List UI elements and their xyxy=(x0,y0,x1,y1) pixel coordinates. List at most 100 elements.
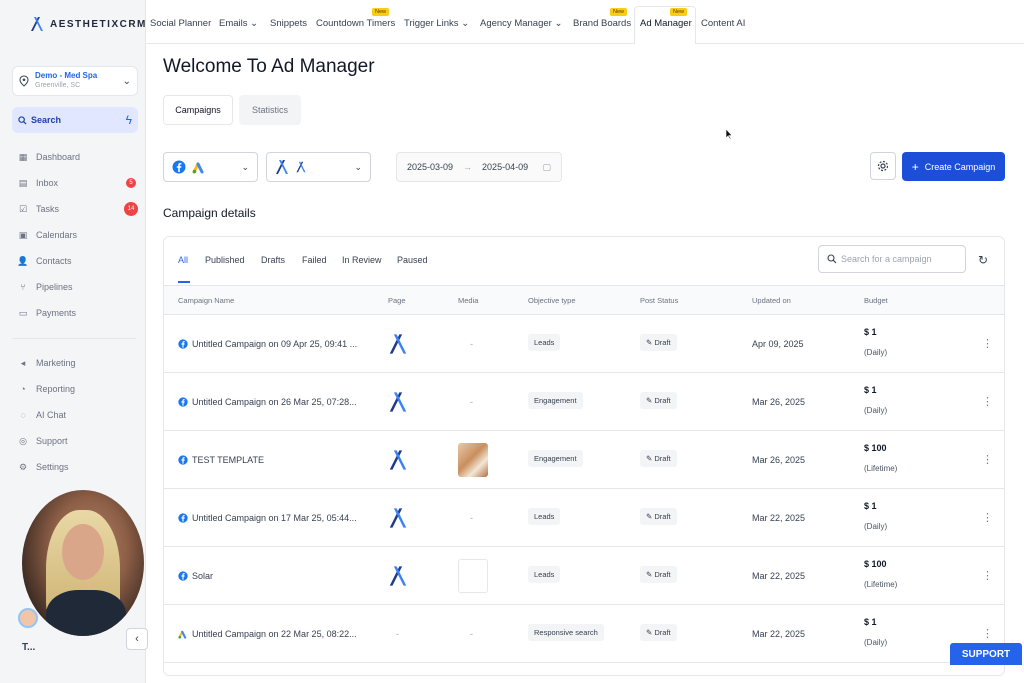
topnav-ad-manager[interactable]: Ad Manager xyxy=(640,18,692,29)
presenter-shirt xyxy=(46,590,126,636)
page-filter[interactable]: ⌄ xyxy=(266,152,371,182)
chevron-down-icon: ⌄ xyxy=(250,18,259,29)
filter-tab-all[interactable]: All xyxy=(178,255,188,265)
more-options-icon[interactable]: ⋮ xyxy=(982,395,993,408)
sidebar-item-label: Payments xyxy=(36,308,77,318)
facebook-icon xyxy=(178,339,188,349)
media-thumbnail[interactable] xyxy=(458,559,488,593)
media-thumbnail[interactable] xyxy=(458,443,488,477)
lightning-icon[interactable]: ϟ xyxy=(126,113,132,127)
table-row[interactable]: TEST TEMPLATE Engagement ✎ Draft Mar 26,… xyxy=(164,431,1004,489)
settings-button[interactable] xyxy=(870,152,896,180)
refresh-icon[interactable]: ↻ xyxy=(978,253,988,267)
campaign-name[interactable]: TEST TEMPLATE xyxy=(192,455,264,465)
sidebar-item-settings[interactable]: ⚙ Settings xyxy=(18,458,140,476)
campaign-name[interactable]: Untitled Campaign on 26 Mar 25, 07:28... xyxy=(192,397,357,407)
status-badge: ✎ Draft xyxy=(640,566,677,583)
budget-period: (Daily) xyxy=(864,406,888,415)
sidebar-item-inbox[interactable]: ▤ Inbox 5 xyxy=(18,174,140,192)
topnav-agency-manager[interactable]: Agency Manager ⌄ xyxy=(480,18,562,29)
user-avatar[interactable] xyxy=(18,608,38,628)
sidebar-item-tasks[interactable]: ☑ Tasks 14 xyxy=(18,200,140,218)
column-header: Page xyxy=(388,296,406,305)
search-icon xyxy=(18,115,27,125)
tab-statistics[interactable]: Statistics xyxy=(239,95,301,125)
brand-logo[interactable]: AESTHETIXCRM xyxy=(30,16,147,32)
topnav-label: Trigger Links xyxy=(404,18,459,29)
sidebar-item-pipelines[interactable]: ⑂ Pipelines xyxy=(18,278,140,296)
platform-filter[interactable]: ⌄ xyxy=(163,152,258,182)
objective-badge: Engagement xyxy=(528,392,583,409)
table-row[interactable]: Untitled Campaign on 17 Mar 25, 05:44...… xyxy=(164,489,1004,547)
status-label: Draft xyxy=(654,512,671,521)
sidebar-item-label: AI Chat xyxy=(36,410,67,420)
page-logo-icon xyxy=(389,566,407,586)
topnav-countdown-timers[interactable]: Countdown Timers xyxy=(316,18,395,29)
budget-period: (Daily) xyxy=(864,348,888,357)
more-options-icon[interactable]: ⋮ xyxy=(982,569,993,582)
new-badge: New xyxy=(610,8,628,16)
sidebar-item-payments[interactable]: ▭ Payments xyxy=(18,304,140,322)
tab-campaigns[interactable]: Campaigns xyxy=(163,95,233,125)
topnav-social-planner[interactable]: Social Planner xyxy=(150,18,211,29)
budget-value: $ 1 xyxy=(864,327,877,337)
sidebar-item-contacts[interactable]: 👤 Contacts xyxy=(17,252,140,270)
campaign-name[interactable]: Untitled Campaign on 17 Mar 25, 05:44... xyxy=(192,513,357,523)
sidebar-item-ai-chat[interactable]: ◌ AI Chat xyxy=(18,406,140,424)
topnav-snippets[interactable]: Snippets xyxy=(270,18,307,29)
edit-icon: ✎ xyxy=(646,338,653,347)
filter-tab-paused[interactable]: Paused xyxy=(397,255,428,265)
create-campaign-button[interactable]: + Create Campaign xyxy=(902,152,1005,181)
budget-period: (Daily) xyxy=(864,638,888,647)
sidebar-item-label: Inbox xyxy=(36,178,59,188)
chevron-down-icon: ⌄ xyxy=(241,161,249,172)
sidebar-search[interactable]: Search ϟ xyxy=(12,107,138,133)
campaign-name[interactable]: Untitled Campaign on 09 Apr 25, 09:41 ..… xyxy=(192,339,357,349)
collapse-sidebar-button[interactable]: ‹ xyxy=(126,628,148,650)
chevron-left-icon: ‹ xyxy=(135,633,139,645)
section-title: Campaign details xyxy=(163,206,256,220)
top-navigation: Social Planner Emails ⌄ Snippets New Cou… xyxy=(146,0,1024,44)
sidebar-item-reporting[interactable]: ◔ Reporting xyxy=(18,380,140,398)
table-header: Campaign Name Page Media Objective type … xyxy=(164,285,1004,315)
sidebar-item-calendars[interactable]: ▣ Calendars xyxy=(18,226,140,244)
table-row[interactable]: Solar Leads ✎ Draft Mar 22, 2025 $ 100 (… xyxy=(164,547,1004,605)
filter-tab-published[interactable]: Published xyxy=(205,255,245,265)
filter-tab-drafts[interactable]: Drafts xyxy=(261,255,285,265)
campaign-name[interactable]: Solar xyxy=(192,571,213,581)
updated-on: Apr 09, 2025 xyxy=(752,339,804,349)
status-badge: ✎ Draft xyxy=(640,392,677,409)
sidebar-item-dashboard[interactable]: ▦ Dashboard xyxy=(18,148,140,166)
topnav-trigger-links[interactable]: Trigger Links ⌄ xyxy=(404,18,469,29)
facebook-icon xyxy=(178,455,188,465)
location-switcher[interactable]: Demo - Med Spa Greenville, SC ⌄ xyxy=(12,66,138,96)
sidebar-item-label: Pipelines xyxy=(36,282,73,292)
more-options-icon[interactable]: ⋮ xyxy=(982,337,993,350)
filter-tab-in-review[interactable]: In Review xyxy=(342,255,382,265)
edit-icon: ✎ xyxy=(646,454,653,463)
support-button[interactable]: SUPPORT xyxy=(950,643,1022,665)
more-options-icon[interactable]: ⋮ xyxy=(982,453,993,466)
date-range-picker[interactable]: 2025-03-09 → 2025-04-09 ▢ xyxy=(396,152,562,182)
status-badge: ✎ Draft xyxy=(640,624,677,641)
sidebar-item-support[interactable]: ◎ Support xyxy=(18,432,140,450)
table-row[interactable]: Untitled Campaign on 09 Apr 25, 09:41 ..… xyxy=(164,315,1004,373)
more-options-icon[interactable]: ⋮ xyxy=(982,627,993,640)
filter-tab-failed[interactable]: Failed xyxy=(302,255,327,265)
campaign-name[interactable]: Untitled Campaign on 22 Mar 25, 08:22... xyxy=(192,629,357,639)
location-name: Demo - Med Spa xyxy=(35,71,98,80)
table-row[interactable]: Untitled Campaign on 26 Mar 25, 07:28...… xyxy=(164,373,1004,431)
sidebar-item-label: Support xyxy=(36,436,68,446)
ai-chat-icon: ◌ xyxy=(20,410,26,420)
topnav-brand-boards[interactable]: Brand Boards xyxy=(573,18,631,29)
campaign-search-input[interactable]: Search for a campaign xyxy=(818,245,966,273)
facebook-icon xyxy=(178,397,188,407)
chevron-down-icon: ⌄ xyxy=(461,18,470,29)
topnav-content-ai[interactable]: Content AI xyxy=(701,18,745,29)
gear-icon xyxy=(877,160,889,172)
marketing-icon: ◂ xyxy=(20,357,26,368)
sidebar-item-marketing[interactable]: ◂ Marketing xyxy=(18,354,140,372)
topnav-emails[interactable]: Emails ⌄ xyxy=(219,18,258,29)
table-row[interactable]: Untitled Campaign on 22 Mar 25, 08:22...… xyxy=(164,605,1004,663)
more-options-icon[interactable]: ⋮ xyxy=(982,511,993,524)
